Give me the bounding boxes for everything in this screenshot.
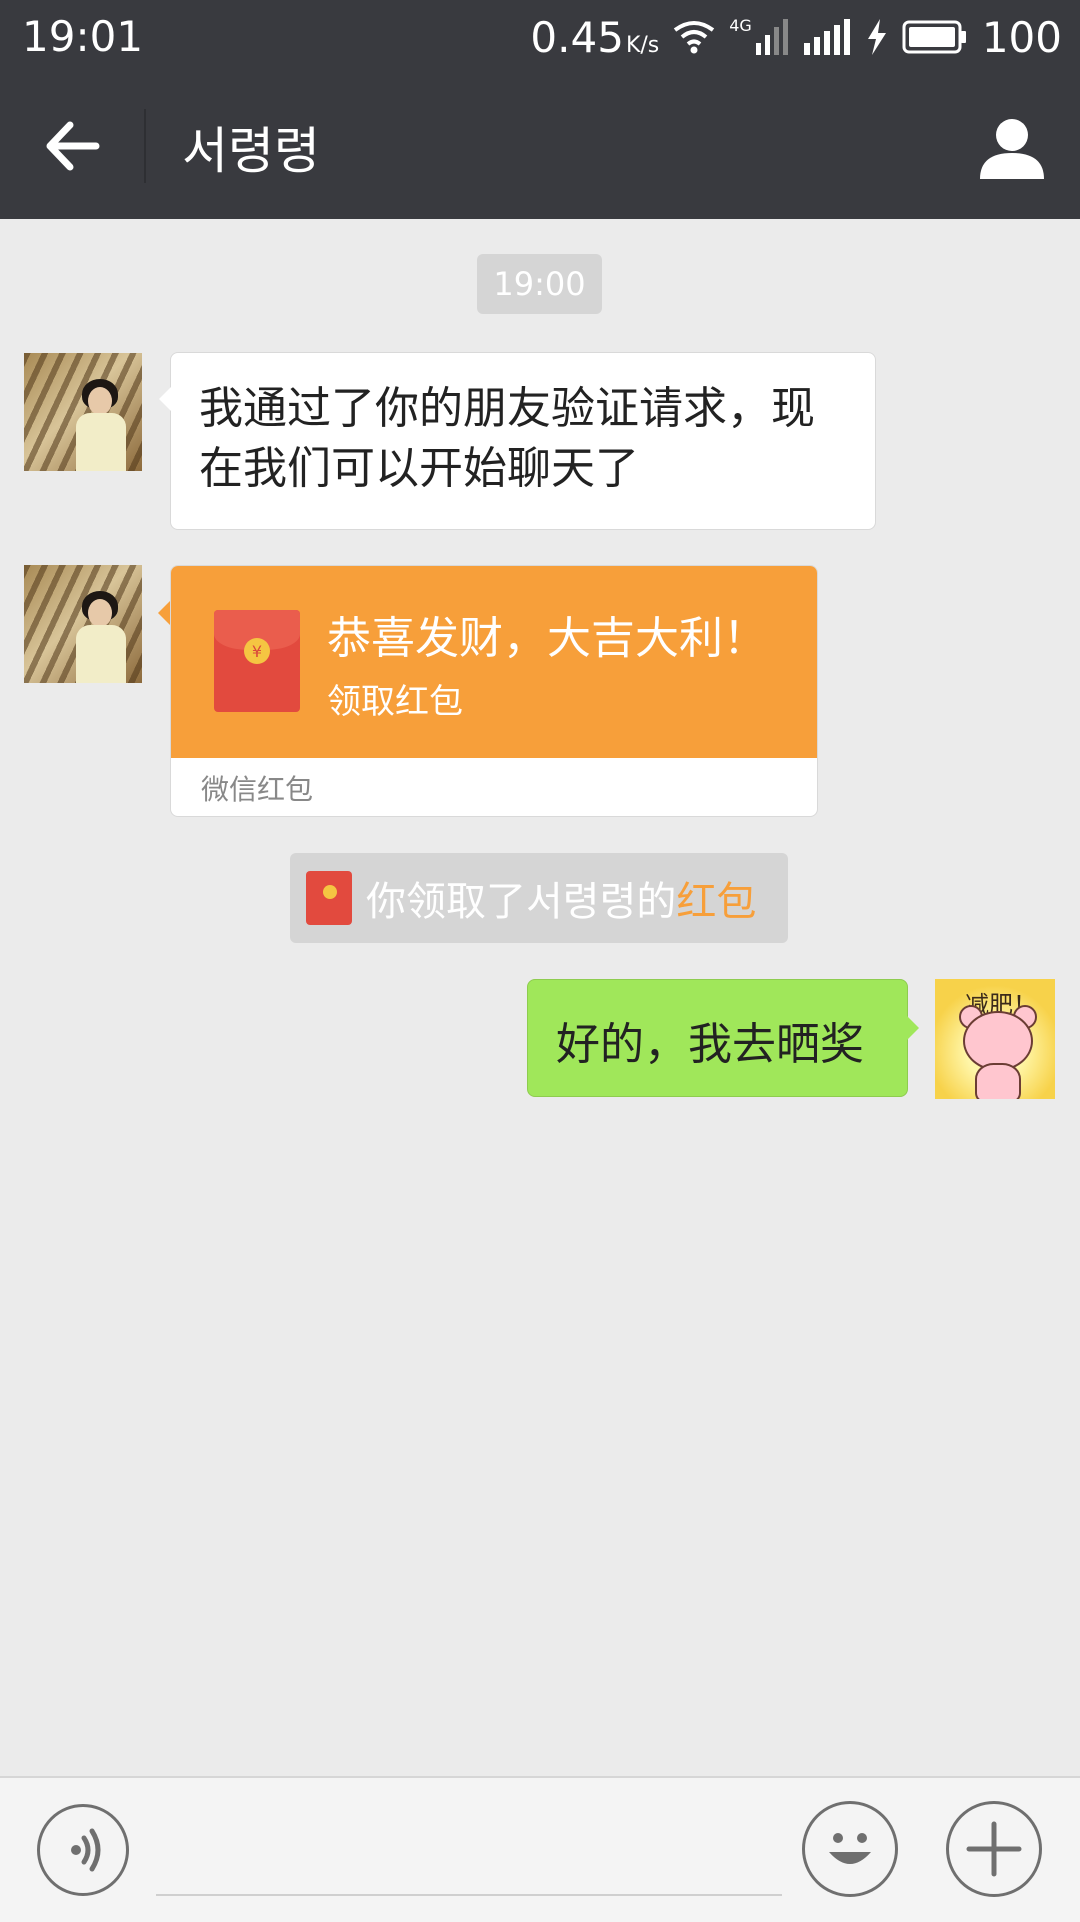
title-bar: 서령령 — [0, 75, 1080, 219]
my-avatar[interactable]: 减肥！ — [935, 979, 1055, 1099]
plus-icon — [966, 1821, 1022, 1877]
bubble-tail — [907, 1016, 919, 1040]
red-packet-title: 恭喜发财，大吉大利！ — [327, 613, 767, 664]
notice-text: 你领取了서령령的 — [366, 879, 677, 925]
system-notice: 你领取了서령령的 红包 — [290, 853, 788, 943]
message-text: 好的，我去晒奖 — [556, 1019, 864, 1070]
profile-button[interactable] — [976, 111, 1048, 183]
yuan-coin-icon: ¥ — [244, 638, 270, 664]
person-icon — [980, 119, 1044, 179]
message-bubble[interactable]: 我通过了你的朋友验证请求，现在我们可以开始聊天了 — [159, 352, 876, 530]
red-envelope-icon — [306, 871, 352, 925]
voice-button[interactable] — [37, 1804, 129, 1896]
contact-avatar[interactable] — [24, 565, 142, 683]
bear-icon — [963, 1011, 1033, 1071]
red-packet-action: 领取红包 — [327, 682, 463, 722]
chat-title: 서령령 — [182, 122, 320, 180]
status-icons: 0.45K/s 4G 100 — [530, 12, 1062, 62]
net-speed: 0.45K/s — [530, 13, 659, 62]
smiley-icon — [829, 1833, 871, 1864]
charging-icon — [867, 19, 886, 55]
bubble-tail — [158, 601, 170, 625]
more-button[interactable] — [946, 1801, 1042, 1897]
contact-avatar[interactable] — [24, 353, 142, 471]
message-text: 我通过了你的朋友验证请求，现在我们可以开始聊天了 — [199, 383, 815, 494]
network-type-label: 4G — [729, 16, 752, 35]
input-bar — [0, 1776, 1080, 1922]
my-message-bubble[interactable]: 好的，我去晒奖 — [527, 979, 919, 1097]
battery-level: 100 — [981, 12, 1062, 62]
voice-icon — [71, 1828, 101, 1872]
red-packet-header: ¥ 恭喜发财，大吉大利！ 领取红包 — [171, 566, 817, 758]
wifi-icon — [674, 21, 715, 54]
battery-icon — [902, 20, 966, 54]
bubble-tail — [159, 387, 171, 411]
arrow-left-icon — [46, 121, 100, 171]
net-speed-value: 0.45 — [530, 12, 624, 62]
title-divider — [144, 109, 146, 183]
net-speed-unit: K/s — [625, 32, 660, 58]
timestamp: 19:00 — [477, 254, 602, 314]
chat-area[interactable]: 19:00 我通过了你的朋友验证请求，现在我们可以开始聊天了 ¥ 恭喜发财，大吉… — [0, 219, 1080, 1776]
signal-4g-icon — [755, 19, 788, 55]
status-bar: 19:01 0.45K/s 4G 100 — [0, 0, 1080, 75]
red-packet-link[interactable]: 红包 — [676, 869, 756, 927]
emoji-button[interactable] — [802, 1801, 898, 1897]
red-packet-footer: 微信红包 — [201, 773, 314, 806]
status-time: 19:01 — [22, 12, 144, 61]
signal-icon — [803, 19, 850, 55]
red-envelope-icon: ¥ — [214, 610, 300, 712]
red-packet-card[interactable]: ¥ 恭喜发财，大吉大利！ 领取红包 微信红包 — [170, 565, 818, 817]
bear-body-icon — [975, 1063, 1021, 1099]
message-input[interactable] — [156, 1804, 782, 1896]
back-button[interactable] — [40, 111, 110, 181]
